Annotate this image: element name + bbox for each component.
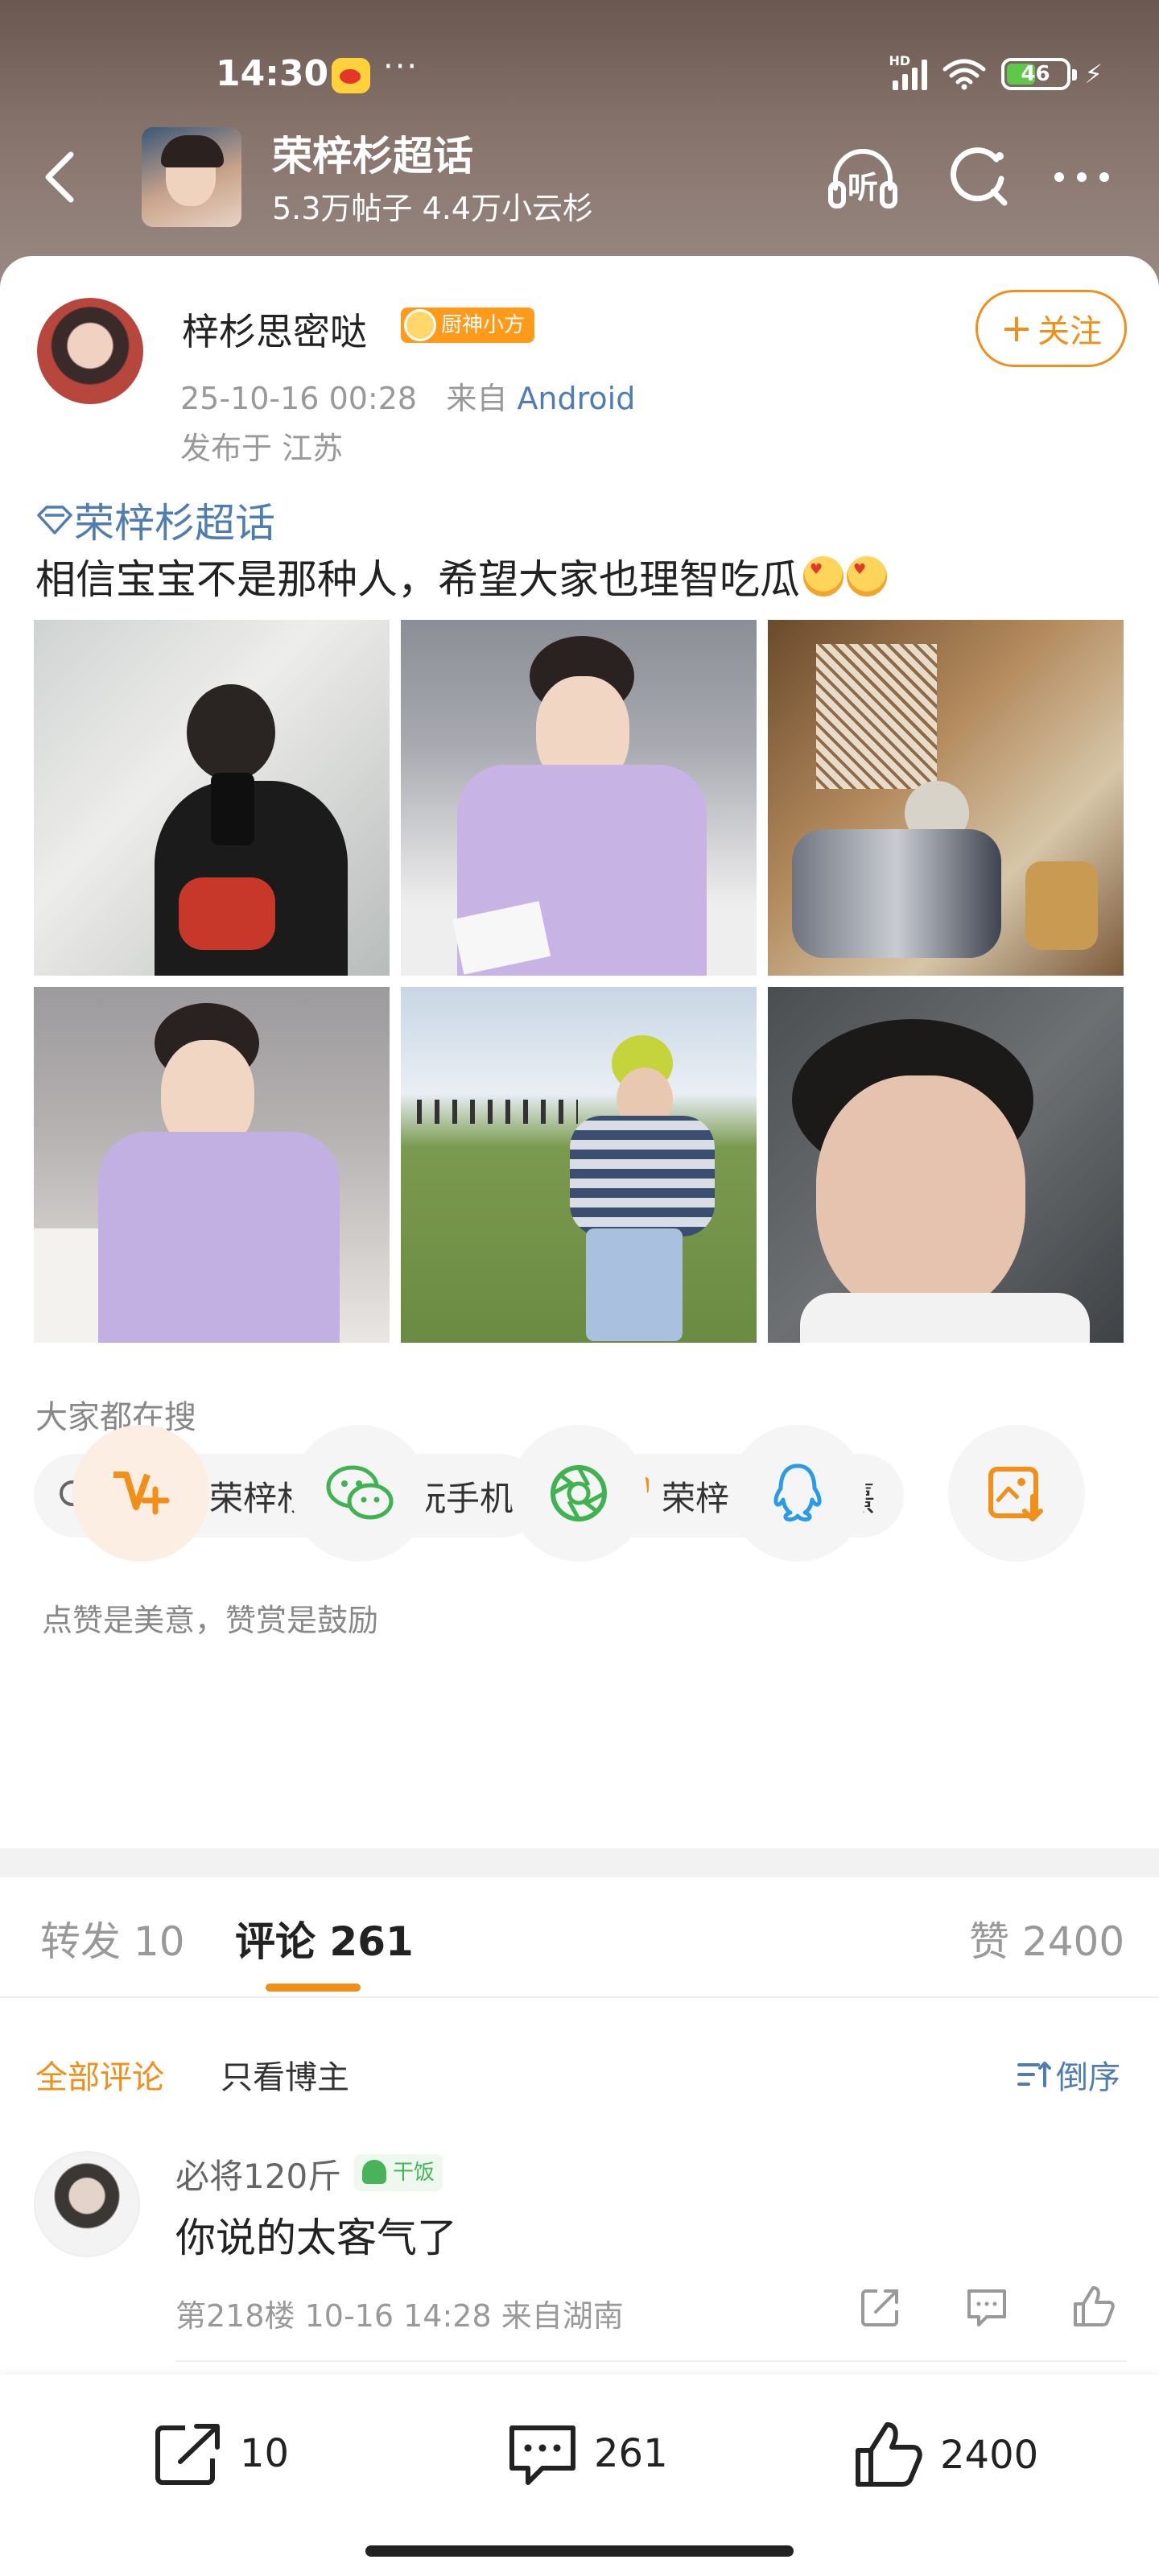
save-image-icon — [988, 1467, 1043, 1521]
status-indicators: HD 46 ⚡ — [889, 53, 1103, 95]
photo-1[interactable] — [34, 620, 390, 976]
author-badge-label: 厨神小方 — [441, 313, 526, 337]
tab-like-count: 2400 — [1021, 1918, 1125, 1965]
topic-stats: 5.3万帖子 4.4万小云杉 — [272, 191, 593, 226]
tab-like[interactable]: 赞 2400 — [969, 1909, 1124, 1967]
chevron-left-icon[interactable] — [32, 145, 89, 209]
reward-button[interactable] — [72, 1425, 209, 1562]
search-icon[interactable] — [940, 138, 1017, 216]
battery-icon: 46 — [1000, 58, 1077, 90]
tab-repost[interactable]: 转发 10 — [40, 1909, 185, 1967]
wifi-icon — [942, 59, 986, 90]
topic-link-label: 荣梓杉超话 — [74, 500, 275, 547]
post-from: 来自 — [446, 381, 508, 416]
share-qq-button[interactable] — [729, 1425, 866, 1562]
topic-title[interactable]: 荣梓杉超话 — [272, 124, 473, 182]
headphones-icon[interactable]: 听 — [824, 138, 901, 216]
section-divider — [0, 1848, 1159, 1877]
follow-label: 关注 — [1037, 313, 1103, 350]
photo-6[interactable] — [768, 987, 1124, 1343]
topic-bar: 荣梓杉超话 5.3万帖子 4.4万小云杉 听 — [0, 121, 1159, 233]
bottom-repost-count: 10 — [240, 2431, 290, 2476]
tab-like-label: 赞 — [969, 1918, 1009, 1965]
comment-meta: 第218楼 10-16 14:28 来自湖南 — [175, 2298, 624, 2334]
save-image-button[interactable] — [948, 1425, 1085, 1562]
topic-link[interactable]: 荣梓杉超话 — [35, 491, 275, 549]
badge-icon — [404, 309, 436, 341]
comment-avatar[interactable] — [34, 2151, 140, 2257]
filter-op-only[interactable]: 只看博主 — [221, 2051, 349, 2098]
sort-label: 倒序 — [1056, 2059, 1120, 2096]
comment-user[interactable]: 必将120斤 — [175, 2149, 341, 2198]
like-icon[interactable] — [1069, 2283, 1117, 2331]
photo-grid — [34, 620, 1125, 1344]
share-row — [72, 1425, 1087, 1562]
share-icon[interactable] — [856, 2283, 905, 2331]
filter-all-comments[interactable]: 全部评论 — [35, 2051, 164, 2098]
share-wechat-button[interactable] — [291, 1425, 428, 1562]
reward-v-icon — [113, 1472, 170, 1515]
comment-divider — [175, 2360, 1127, 2362]
photo-4[interactable] — [34, 987, 390, 1343]
follow-button[interactable]: + 关注 — [975, 290, 1127, 367]
photo-2[interactable] — [401, 620, 757, 976]
bottom-action-bar: 10 261 2400 — [0, 2375, 1159, 2576]
author-name[interactable]: 梓杉思密哒 — [182, 303, 367, 356]
tab-comment-label: 评论 — [235, 1918, 316, 1965]
comment-icon — [509, 2425, 575, 2485]
tab-comment[interactable]: 评论 261 — [235, 1909, 414, 1967]
moments-icon — [551, 1465, 607, 1521]
interaction-tabs: 转发 10 评论 261 赞 2400 — [0, 1877, 1159, 1998]
battery-level: 46 — [1021, 62, 1050, 86]
tab-repost-count: 10 — [133, 1918, 185, 1965]
comment-user-badge[interactable]: 干饭 — [354, 2154, 443, 2191]
bottom-like-count: 2400 — [940, 2433, 1039, 2478]
post-text: 相信宝宝不是那种人，希望大家也理智吃瓜 — [35, 547, 887, 605]
qq-icon — [773, 1463, 822, 1521]
reward-hint: 点赞是美意，赞赏是鼓励 — [42, 1603, 379, 1638]
post-location: 发布于 江苏 — [180, 431, 344, 466]
post-date: 25-10-16 00:28 — [180, 381, 418, 416]
photo-5[interactable] — [401, 987, 757, 1343]
listen-label: 听 — [848, 170, 878, 205]
tab-repost-label: 转发 — [40, 1918, 121, 1965]
status-bar: 14:30 ··· HD 46 ⚡ — [0, 48, 1159, 105]
sort-button[interactable]: 倒序 — [1016, 2051, 1120, 2098]
post-source[interactable]: Android — [517, 381, 635, 416]
diamond-icon — [37, 506, 72, 535]
share-moments-button[interactable] — [510, 1425, 647, 1562]
weibo-notification-icon — [332, 58, 370, 93]
thumbs-up-icon — [856, 2422, 922, 2487]
author-avatar[interactable] — [37, 298, 143, 404]
sort-icon — [1017, 2062, 1051, 2087]
more-icon[interactable] — [1043, 138, 1120, 216]
charging-icon: ⚡ — [1084, 59, 1103, 89]
home-indicator[interactable] — [365, 2545, 794, 2557]
rice-bowl-icon — [362, 2160, 386, 2184]
status-more-dots: ··· — [383, 48, 419, 85]
post-meta: 25-10-16 00:28 来自 Android — [180, 374, 635, 418]
bottom-repost-button[interactable]: 10 — [151, 2420, 289, 2487]
plus-icon: + — [1000, 306, 1033, 351]
comment-text: 你说的太客气了 — [175, 2215, 457, 2261]
status-time: 14:30 — [216, 53, 329, 94]
comment-user-badge-label: 干饭 — [393, 2161, 435, 2185]
photo-3[interactable] — [768, 620, 1124, 976]
bottom-comment-count: 261 — [594, 2431, 668, 2476]
tab-indicator — [266, 1984, 361, 1992]
post-text-content: 相信宝宝不是那种人，希望大家也理智吃瓜 — [35, 556, 800, 603]
bottom-like-button[interactable]: 2400 — [852, 2420, 1038, 2491]
love-face-emoji-icon — [803, 556, 843, 597]
network-type: HD — [889, 53, 911, 68]
post-card: 梓杉思密哒 厨神小方 + 关注 25-10-16 00:28 来自 Androi… — [0, 256, 1159, 1866]
tab-comment-count: 261 — [329, 1918, 414, 1965]
reply-icon[interactable] — [963, 2283, 1011, 2331]
wechat-icon — [326, 1465, 394, 1520]
bottom-comment-button[interactable]: 261 — [505, 2420, 668, 2487]
topic-thumbnail[interactable] — [142, 127, 241, 227]
repost-icon — [155, 2424, 220, 2485]
signal-icon: HD — [889, 53, 927, 90]
love-face-emoji-icon — [847, 556, 887, 597]
author-badge[interactable]: 厨神小方 — [401, 308, 535, 343]
